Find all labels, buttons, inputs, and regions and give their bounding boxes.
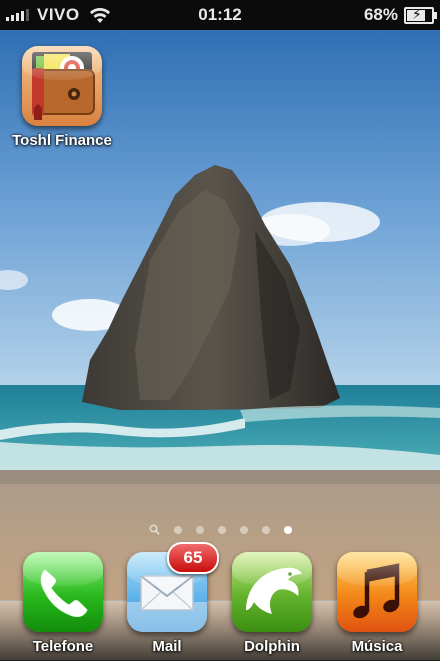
spotlight-search-icon[interactable] bbox=[148, 524, 160, 535]
app-label: Dolphin bbox=[244, 638, 300, 655]
dock-app-telefone[interactable]: Telefone bbox=[13, 552, 113, 655]
status-bar: VIVO 01:12 68% ⚡ bbox=[0, 0, 440, 30]
page-indicator[interactable] bbox=[0, 524, 440, 535]
battery-percentage: 68% bbox=[363, 5, 398, 24]
dolphin-icon bbox=[232, 552, 312, 632]
page-dot[interactable] bbox=[173, 525, 182, 534]
app-label: Música bbox=[351, 638, 403, 655]
dock-app-dolphin[interactable]: Dolphin bbox=[222, 552, 322, 655]
app-label: Toshl Finance bbox=[12, 132, 112, 149]
unread-badge: 65 bbox=[167, 542, 219, 574]
dock-app-mail[interactable]: 65 Mail bbox=[117, 542, 219, 655]
battery-icon: ⚡ bbox=[404, 5, 437, 24]
page-dot[interactable] bbox=[261, 525, 270, 534]
page-dot[interactable] bbox=[195, 525, 204, 534]
app-label: Mail bbox=[152, 638, 182, 655]
page-dot-current[interactable] bbox=[283, 525, 292, 534]
app-toshl-finance[interactable]: Toshl Finance bbox=[12, 46, 112, 149]
music-note-icon bbox=[337, 552, 417, 632]
phone-icon bbox=[23, 552, 103, 632]
dock-app-musica[interactable]: Música bbox=[327, 552, 427, 655]
wallet-icon bbox=[22, 46, 102, 126]
page-dot[interactable] bbox=[239, 525, 248, 534]
page-dot[interactable] bbox=[217, 525, 226, 534]
app-label: Telefone bbox=[32, 638, 94, 655]
charging-bolt-icon: ⚡ bbox=[412, 5, 422, 22]
